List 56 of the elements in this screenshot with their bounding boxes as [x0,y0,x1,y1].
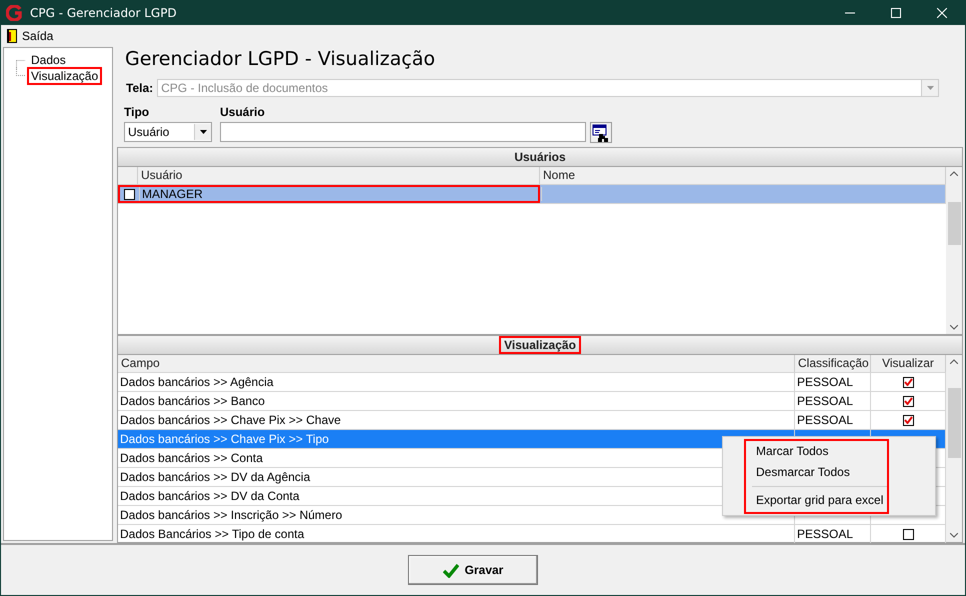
search-button[interactable] [590,122,612,144]
type-dropdown[interactable]: Usuário [124,122,212,142]
user-input-field[interactable] [220,122,586,142]
table-cell: PESSOAL [795,392,871,410]
scroll-thumb[interactable] [948,202,960,245]
table-cell: Dados bancários >> Chave Pix >> Chave [118,411,795,429]
scroll-down-icon [950,325,958,330]
check-icon [904,378,912,386]
checkbox[interactable] [902,414,914,426]
dropdown-arrow-icon [926,86,934,90]
table-cell: PESSOAL [795,373,871,391]
tree-connector-icon [16,67,25,76]
table-cell: PESSOAL [795,411,871,429]
table-row[interactable]: MANAGER [118,185,946,204]
column-header: Classificação [795,355,871,372]
tree-item[interactable]: Visualização [27,67,102,85]
table-row[interactable]: Dados bancários >> Banco PESSOAL [118,392,946,411]
checkbox[interactable] [902,528,914,540]
scrollbar[interactable] [946,355,962,542]
check-icon [904,416,912,424]
maximize-icon [891,8,901,18]
door-icon [7,28,17,42]
panel-title: Usuários [513,150,567,164]
scroll-up-icon [950,359,958,364]
checkbox[interactable] [902,376,914,388]
checkmark-icon [442,562,459,578]
table-cell: Dados bancários >> Banco [118,392,795,410]
scroll-thumb[interactable] [948,388,960,458]
table-row[interactable]: Dados bancários >> Agência PESSOAL [118,373,946,392]
field-label: Tipo [124,105,150,120]
tree-connector-icon [16,60,25,69]
field-label: Tela: [126,81,154,96]
scrollbar[interactable] [946,167,962,334]
app-logo-icon [6,5,22,21]
panel-title: Visualização [499,336,581,354]
close-icon [937,8,947,18]
field-label: Usuário [220,105,266,120]
binoculars-icon [592,124,610,142]
column-header: Usuário [138,167,540,184]
table-cell: Dados bancários >> Agência [118,373,795,391]
window-title: CPG - Gerenciador LGPD [30,6,177,20]
save-button[interactable]: Gravar [408,555,538,585]
table-cell: Dados Bancários >> Tipo de conta [118,525,795,543]
checkbox[interactable] [124,188,135,200]
table-row[interactable]: Dados Bancários >> Tipo de conta PESSOAL [118,525,946,544]
scroll-up-icon [950,171,958,176]
scroll-down-icon [950,533,958,538]
tree-item[interactable]: Dados [27,51,70,69]
dropdown-arrow-icon [200,130,206,134]
page-heading: Gerenciador LGPD - Visualização [124,47,436,72]
menu-item[interactable]: Saída [4,28,56,42]
table-cell: PESSOAL [795,525,871,543]
table-cell: MANAGER [140,187,542,202]
column-header: Campo [118,355,795,372]
check-icon [904,397,912,405]
checkbox[interactable] [902,396,914,406]
